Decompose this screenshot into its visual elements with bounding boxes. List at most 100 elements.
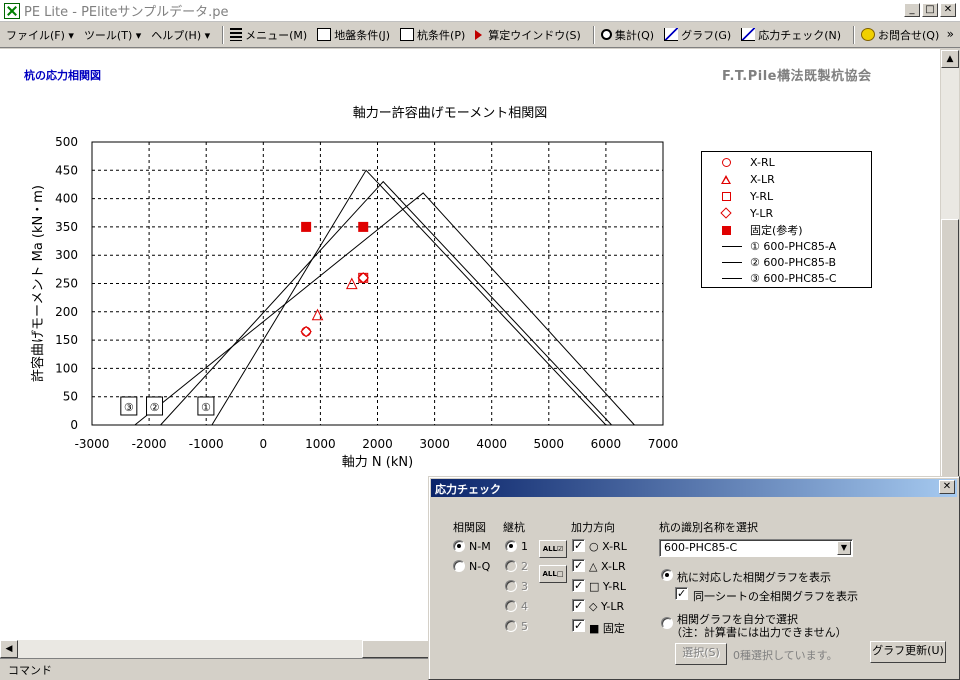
table-icon bbox=[317, 28, 332, 41]
direction-checkbox-yrl[interactable] bbox=[572, 579, 585, 592]
toolbar-overflow-icon[interactable]: » bbox=[947, 27, 954, 41]
menu-graph[interactable]: グラフ(G) bbox=[664, 27, 731, 43]
play-icon bbox=[475, 29, 483, 40]
relation-radio-nm[interactable] bbox=[453, 540, 465, 552]
chart-icon bbox=[741, 28, 756, 41]
joint-radio-3[interactable] bbox=[505, 580, 517, 592]
direction-label: 加力方向 bbox=[571, 521, 615, 534]
menu-help[interactable]: ヘルプ(H) ▾ bbox=[151, 27, 210, 43]
relation-label: 相関図 bbox=[453, 521, 486, 534]
menu-file[interactable]: ファイル(F) ▾ bbox=[6, 27, 74, 43]
y-tick-label: 200 bbox=[55, 305, 78, 319]
close-button[interactable]: ✕ bbox=[940, 3, 956, 17]
y-tick-label: 450 bbox=[55, 163, 78, 177]
legend-label: ① 600-PHC85-A bbox=[750, 239, 837, 253]
x-tick-label: -1000 bbox=[189, 437, 224, 451]
menu-contact-label: お問合せ(Q) bbox=[878, 28, 940, 42]
table-icon bbox=[400, 28, 415, 41]
relation-radio-nq[interactable] bbox=[453, 560, 465, 572]
menu-separator bbox=[222, 25, 225, 44]
joint-radio-5[interactable] bbox=[505, 620, 517, 632]
scroll-left-button[interactable]: ◀ bbox=[0, 640, 18, 658]
direction-fixed-label: ■ 固定 bbox=[589, 622, 625, 635]
joint-radio-1[interactable] bbox=[505, 540, 517, 552]
chart-legend: X-RL X-LR Y-RL Y-LR 固定(参考) ① 600-PHC85-A… bbox=[701, 151, 872, 288]
pile-select-label: 杭の識別名称を選択 bbox=[659, 521, 758, 534]
line-marker-icon bbox=[722, 245, 742, 247]
all-check-button[interactable]: ALL☑ bbox=[539, 540, 567, 558]
window-title: PE Lite - PEliteサンプルデータ.pe bbox=[24, 5, 229, 20]
graph-update-button[interactable]: グラフ更新(U) bbox=[870, 641, 946, 663]
x-tick-label: 6000 bbox=[591, 437, 622, 451]
menu-main-label: メニュー(M) bbox=[245, 28, 308, 42]
menu-separator bbox=[853, 25, 856, 44]
opt-pile-graph-radio[interactable] bbox=[661, 569, 673, 581]
y-axis-label: 許容曲げモーメント Ma (kN・m) bbox=[30, 185, 46, 382]
title-bar: PE Lite - PEliteサンプルデータ.pe _ □ ✕ bbox=[0, 0, 960, 22]
direction-checkbox-ylr[interactable] bbox=[572, 599, 585, 612]
scroll-track[interactable] bbox=[941, 68, 959, 219]
minimize-button[interactable]: _ bbox=[904, 3, 920, 17]
direction-checkbox-xrl[interactable] bbox=[572, 539, 585, 552]
relation-nm-label: N-M bbox=[469, 540, 491, 553]
joint-radio-4[interactable] bbox=[505, 600, 517, 612]
all-sheet-graph-label: 同一シートの全相関グラフを表示 bbox=[693, 590, 858, 603]
menu-ground-label: 地盤条件(J) bbox=[334, 28, 391, 42]
filled-square-marker-icon bbox=[721, 225, 731, 235]
maximize-button[interactable]: □ bbox=[922, 3, 938, 17]
joint-radio-2[interactable] bbox=[505, 560, 517, 572]
chevron-down-icon[interactable]: ▼ bbox=[837, 541, 851, 555]
menu-calc[interactable]: 算定ウインドウ(S) bbox=[475, 27, 581, 43]
opt-pile-graph-label: 杭に対応した相関グラフを表示 bbox=[677, 571, 831, 584]
y-tick-label: 150 bbox=[55, 333, 78, 347]
legend-item: ③ 600-PHC85-C bbox=[702, 270, 872, 286]
x-tick-label: 7000 bbox=[648, 437, 679, 451]
direction-checkbox-fixed[interactable] bbox=[572, 619, 585, 632]
menu-calc-label: 算定ウインドウ(S) bbox=[488, 28, 581, 42]
menu-main[interactable]: メニュー(M) bbox=[230, 27, 307, 43]
series-marker-label: ② bbox=[150, 401, 160, 414]
h-scroll-thumb[interactable] bbox=[362, 640, 430, 658]
menu-pile[interactable]: 杭条件(P) bbox=[400, 27, 465, 43]
x-tick-label: 0 bbox=[259, 437, 267, 451]
scroll-up-button[interactable]: ▲ bbox=[941, 50, 959, 68]
menu-stress-check[interactable]: 応力チェック(N) bbox=[741, 27, 841, 43]
legend-item: Y-RL bbox=[702, 188, 872, 204]
square-marker-icon bbox=[721, 191, 731, 201]
dialog-title: 応力チェック bbox=[431, 479, 957, 497]
menu-tools[interactable]: ツール(T) ▾ bbox=[84, 27, 141, 43]
horizontal-scrollbar[interactable]: ◀ bbox=[0, 640, 430, 658]
menu-contact[interactable]: お問合せ(Q) bbox=[861, 27, 939, 43]
menu-stress-label: 応力チェック(N) bbox=[758, 28, 842, 42]
x-tick-label: -2000 bbox=[132, 437, 167, 451]
direction-checkbox-xlr[interactable] bbox=[572, 559, 585, 572]
list-icon bbox=[230, 28, 243, 41]
menu-ground[interactable]: 地盤条件(J) bbox=[317, 27, 390, 43]
y-tick-label: 50 bbox=[63, 390, 78, 404]
menu-summary[interactable]: 集計(Q) bbox=[600, 27, 654, 43]
line-marker-icon bbox=[722, 261, 742, 263]
joint-3-label: 3 bbox=[521, 580, 528, 593]
graph-icon bbox=[664, 28, 679, 41]
legend-item: 固定(参考) bbox=[702, 222, 872, 238]
legend-label: ③ 600-PHC85-C bbox=[750, 271, 837, 285]
joint-1-label: 1 bbox=[521, 540, 528, 553]
status-text: コマンド bbox=[8, 664, 52, 677]
legend-label: 固定(参考) bbox=[750, 224, 803, 237]
point-filled-square bbox=[301, 221, 312, 232]
all-uncheck-button[interactable]: ALL□ bbox=[539, 565, 567, 583]
legend-item: Y-LR bbox=[702, 205, 872, 221]
menu-graph-label: グラフ(G) bbox=[681, 28, 732, 42]
line-marker-icon bbox=[722, 277, 742, 279]
select-button[interactable]: 選択(S) bbox=[675, 643, 727, 665]
all-sheet-graph-checkbox[interactable] bbox=[675, 587, 688, 600]
pile-name-select[interactable]: 600-PHC85-C ▼ bbox=[659, 539, 853, 557]
diamond-marker-icon bbox=[720, 207, 732, 219]
legend-item: ② 600-PHC85-B bbox=[702, 254, 872, 270]
stress-check-dialog: 応力チェック ✕ 相関図 N-M N-Q 継杭 1 2 3 4 5 ALL☑ A… bbox=[428, 476, 960, 680]
legend-item: X-RL bbox=[702, 154, 872, 170]
triangle-marker-icon bbox=[721, 174, 731, 184]
x-tick-label: 5000 bbox=[534, 437, 565, 451]
dialog-close-button[interactable]: ✕ bbox=[939, 480, 955, 494]
legend-item: X-LR bbox=[702, 171, 872, 187]
